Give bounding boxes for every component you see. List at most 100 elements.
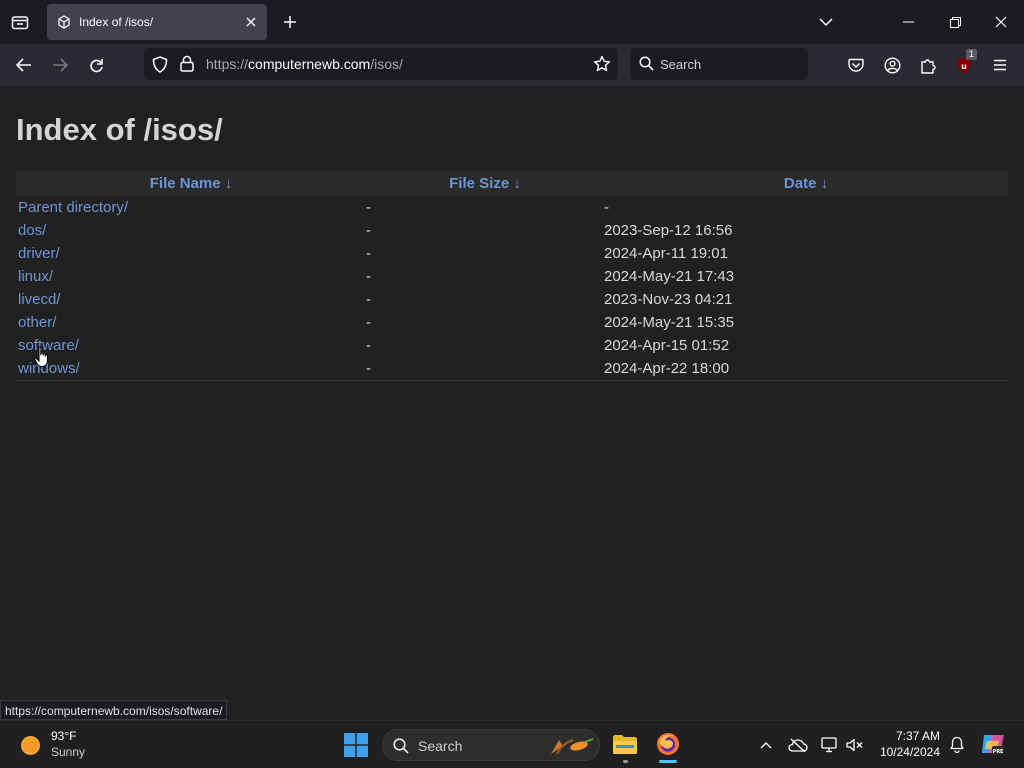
svg-text:u: u — [961, 62, 967, 71]
search-placeholder: Search — [660, 57, 702, 72]
tab-active[interactable]: Index of /isos/ — [47, 4, 267, 40]
file-size-cell: - — [366, 337, 371, 354]
table-row: Parent directory/ - - — [16, 196, 1008, 219]
windows-taskbar: 93°F Sunny Search 7:37 AM 10/24/2024 PRE — [0, 720, 1024, 768]
weather-temperature: 93°F — [51, 729, 77, 743]
column-header-file-size[interactable]: File Size ↓ — [366, 171, 604, 196]
bookmark-star-icon[interactable] — [593, 55, 611, 78]
extension-badge: 1 — [965, 49, 977, 60]
search-highlight-icon — [549, 736, 595, 761]
table-row: linux/ - 2024-May-21 17:43 — [16, 265, 1008, 288]
clock-time: 7:37 AM — [895, 729, 940, 743]
table-header-row: File Name ↓ File Size ↓ Date ↓ — [16, 171, 1008, 196]
windows-logo-icon — [344, 733, 368, 762]
file-name-cell: windows/ — [16, 357, 366, 381]
directory-link[interactable]: dos/ — [18, 222, 46, 239]
notification-bell-icon[interactable] — [947, 735, 967, 755]
clock-date: 10/24/2024 — [879, 745, 940, 759]
file-size-cell: - — [366, 291, 371, 308]
navigation-toolbar: https://computernewb.com/isos/ Search u … — [0, 44, 1024, 86]
svg-text:PRE: PRE — [993, 749, 1005, 755]
url-path: /isos/ — [370, 56, 403, 72]
table-row: livecd/ - 2023-Nov-23 04:21 — [16, 288, 1008, 311]
file-name-cell: livecd/ — [16, 288, 366, 311]
directory-link[interactable]: livecd/ — [18, 291, 61, 308]
url-text[interactable]: https://computernewb.com/isos/ — [206, 56, 403, 72]
pocket-icon[interactable] — [843, 52, 869, 78]
hand-cursor-icon — [34, 346, 50, 373]
date-cell: - — [604, 199, 609, 216]
close-window-button[interactable] — [989, 10, 1013, 34]
file-name-cell: driver/ — [16, 242, 366, 265]
file-name-cell: linux/ — [16, 265, 366, 288]
date-cell: 2024-Apr-22 18:00 — [604, 357, 1008, 381]
onedrive-offline-icon[interactable] — [787, 735, 809, 755]
forward-button[interactable] — [46, 52, 74, 78]
directory-link[interactable]: Parent directory/ — [18, 199, 128, 216]
page-content: Index of /isos/ File Name ↓ File Size ↓ … — [0, 86, 1024, 720]
date-cell: 2024-Apr-11 19:01 — [604, 245, 728, 262]
column-header-file-name[interactable]: File Name ↓ — [16, 171, 366, 196]
file-explorer-taskbar-icon[interactable] — [608, 727, 642, 763]
url-domain: computernewb.com — [248, 56, 371, 72]
search-bar[interactable]: Search — [630, 48, 808, 80]
date-cell: 2023-Sep-12 16:56 — [604, 222, 733, 239]
url-scheme: https:// — [206, 56, 249, 72]
ublock-origin-icon[interactable]: u 1 — [951, 49, 977, 78]
back-button[interactable] — [10, 52, 38, 78]
copilot-icon[interactable]: PRE — [978, 729, 1008, 759]
date-cell: 2024-May-21 17:43 — [604, 268, 735, 285]
directory-link[interactable]: other/ — [18, 314, 56, 331]
tab-title: Index of /isos/ — [79, 15, 154, 29]
start-button[interactable] — [340, 729, 372, 761]
lock-icon[interactable] — [180, 55, 194, 77]
minimize-button[interactable] — [896, 10, 920, 34]
new-tab-button[interactable] — [278, 10, 302, 34]
show-hidden-icons-chevron-icon[interactable] — [757, 737, 775, 753]
table-row: software/- 2024-Apr-15 01:52 — [16, 334, 1008, 357]
table-row: dos/ - 2023-Sep-12 16:56 — [16, 219, 1008, 242]
file-name-cell: other/ — [16, 311, 366, 334]
volume-muted-icon[interactable] — [845, 735, 865, 755]
table-row: other/ - 2024-May-21 15:35 — [16, 311, 1008, 334]
date-cell: 2024-May-21 15:35 — [604, 314, 735, 331]
tab-overview-icon[interactable] — [6, 8, 34, 36]
file-size-cell: - — [366, 268, 371, 285]
url-bar[interactable]: https://computernewb.com/isos/ — [144, 48, 618, 80]
file-size-cell: - — [366, 357, 604, 381]
directory-link[interactable]: linux/ — [18, 268, 53, 285]
taskbar-search-placeholder: Search — [418, 738, 463, 754]
tab-bar: Index of /isos/ — [0, 0, 1024, 44]
file-name-cell: software/ — [16, 334, 366, 357]
firefox-taskbar-icon[interactable] — [651, 727, 685, 763]
taskbar-search-box[interactable]: Search — [382, 729, 600, 761]
file-size-cell: - — [366, 314, 371, 331]
directory-link[interactable]: driver/ — [18, 245, 60, 262]
date-cell: 2023-Nov-23 04:21 — [604, 291, 733, 308]
link-status-bar: https://computernewb.com/isos/software/ — [0, 700, 228, 720]
list-all-tabs-icon[interactable] — [814, 10, 838, 34]
page-title: Index of /isos/ — [16, 112, 223, 147]
table-row: driver/ - 2024-Apr-11 19:01 — [16, 242, 1008, 265]
directory-listing-table: File Name ↓ File Size ↓ Date ↓ Parent di… — [16, 171, 1008, 381]
reload-button[interactable] — [82, 52, 110, 78]
column-header-date[interactable]: Date ↓ — [604, 171, 1008, 196]
page-favicon-icon — [57, 15, 71, 29]
date-cell: 2024-Apr-15 01:52 — [604, 337, 730, 354]
weather-condition: Sunny — [51, 745, 86, 759]
file-name-cell: dos/ — [16, 219, 366, 242]
file-name-cell: Parent directory/ — [16, 196, 366, 219]
extensions-puzzle-icon[interactable] — [915, 52, 941, 78]
taskbar-search-icon — [393, 738, 409, 759]
account-icon[interactable] — [879, 52, 905, 78]
table-row: windows/-2024-Apr-22 18:00 — [16, 357, 1008, 381]
menu-hamburger-icon[interactable] — [987, 52, 1013, 78]
network-display-icon[interactable] — [820, 735, 840, 755]
restore-button[interactable] — [943, 10, 967, 34]
tab-close-icon[interactable] — [239, 10, 263, 34]
file-size-cell: - — [366, 199, 371, 216]
sun-icon — [20, 735, 41, 761]
file-size-cell: - — [366, 222, 371, 239]
search-icon — [639, 56, 654, 76]
tracking-protection-shield-icon[interactable] — [152, 56, 168, 78]
